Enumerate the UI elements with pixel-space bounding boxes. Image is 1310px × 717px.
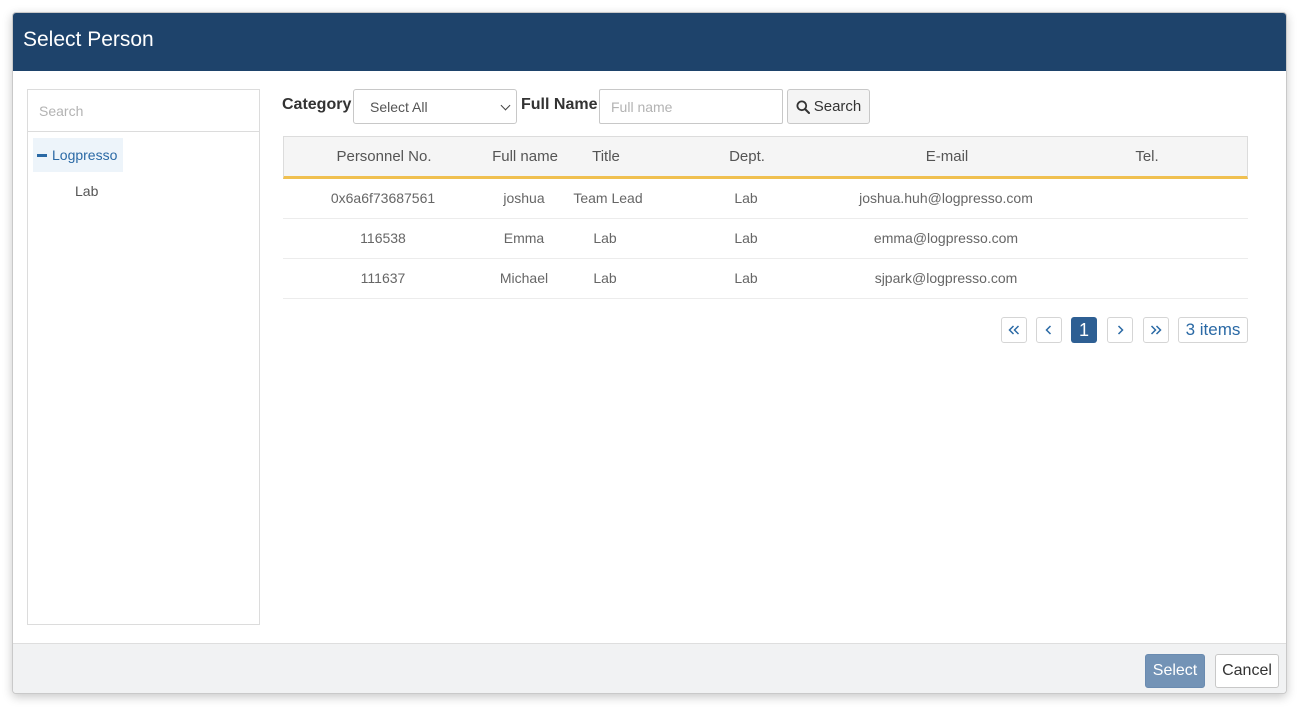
chevron-down-icon bbox=[500, 100, 511, 111]
category-selected-value: Select All bbox=[370, 98, 428, 115]
org-tree-panel: Logpresso Lab bbox=[27, 89, 260, 625]
cell-title: Lab bbox=[593, 270, 617, 286]
tree-search-input[interactable] bbox=[28, 90, 259, 132]
dialog-title: Select Person bbox=[23, 28, 154, 51]
chevron-right-icon bbox=[1117, 325, 1124, 335]
cell-personnel-no: 0x6a6f73687561 bbox=[330, 190, 436, 206]
cell-email: joshua.huh@logpresso.com bbox=[859, 190, 1033, 206]
column-header-email[interactable]: E-mail bbox=[926, 148, 969, 165]
table-row[interactable]: 0x6a6f73687561 joshua Team Lead Lab josh… bbox=[283, 179, 1248, 219]
cell-dept: Lab bbox=[734, 190, 758, 206]
column-header-full-name[interactable]: Full name bbox=[492, 148, 558, 165]
cell-title: Lab bbox=[593, 230, 617, 246]
cell-full-name: Michael bbox=[499, 270, 549, 286]
item-count: 3 items bbox=[1178, 317, 1248, 343]
tree-node-logpresso[interactable]: Logpresso bbox=[33, 138, 124, 172]
search-icon bbox=[796, 100, 810, 114]
column-header-personnel-no[interactable]: Personnel No. bbox=[336, 148, 431, 165]
tree-node-lab[interactable]: Lab bbox=[75, 183, 98, 199]
table-row[interactable]: 111637 Michael Lab Lab sjpark@logpresso.… bbox=[283, 259, 1248, 299]
tree-node-label: Logpresso bbox=[52, 147, 118, 163]
cancel-button[interactable]: Cancel bbox=[1215, 654, 1279, 688]
cell-title: Team Lead bbox=[573, 190, 643, 206]
category-select[interactable]: Select All bbox=[353, 89, 517, 124]
previous-page-button[interactable] bbox=[1036, 317, 1062, 343]
full-name-label: Full Name bbox=[521, 96, 598, 113]
double-chevron-right-icon bbox=[1150, 325, 1162, 335]
cell-email: sjpark@logpresso.com bbox=[874, 270, 1018, 286]
current-page-button[interactable]: 1 bbox=[1071, 317, 1097, 343]
table-header: Personnel No. Full name Title Dept. E-ma… bbox=[283, 136, 1248, 179]
cell-full-name: Emma bbox=[503, 230, 545, 246]
select-button[interactable]: Select bbox=[1145, 654, 1205, 688]
dialog-footer: Select Cancel bbox=[13, 643, 1286, 693]
search-button[interactable]: Search bbox=[787, 89, 870, 124]
dialog-header: Select Person bbox=[13, 13, 1286, 71]
cell-dept: Lab bbox=[734, 230, 758, 246]
column-header-title[interactable]: Title bbox=[592, 148, 620, 165]
person-table: Personnel No. Full name Title Dept. E-ma… bbox=[283, 136, 1248, 299]
cell-personnel-no: 116538 bbox=[360, 230, 406, 246]
search-button-label: Search bbox=[813, 98, 862, 115]
cell-email: emma@logpresso.com bbox=[873, 230, 1019, 246]
column-header-tel[interactable]: Tel. bbox=[1135, 148, 1158, 165]
collapse-icon[interactable] bbox=[37, 153, 47, 157]
category-label: Category bbox=[282, 96, 352, 113]
chevron-left-icon bbox=[1045, 325, 1052, 335]
select-person-dialog: Select Person Logpresso Lab Category Sel… bbox=[12, 12, 1287, 694]
table-row[interactable]: 116538 Emma Lab Lab emma@logpresso.com bbox=[283, 219, 1248, 259]
first-page-button[interactable] bbox=[1001, 317, 1027, 343]
cell-personnel-no: 111637 bbox=[360, 270, 406, 286]
next-page-button[interactable] bbox=[1107, 317, 1133, 343]
cell-full-name: joshua bbox=[503, 190, 545, 206]
column-header-dept[interactable]: Dept. bbox=[729, 148, 765, 165]
last-page-button[interactable] bbox=[1143, 317, 1169, 343]
double-chevron-left-icon bbox=[1008, 325, 1020, 335]
cell-dept: Lab bbox=[734, 270, 758, 286]
full-name-input[interactable] bbox=[599, 89, 783, 124]
